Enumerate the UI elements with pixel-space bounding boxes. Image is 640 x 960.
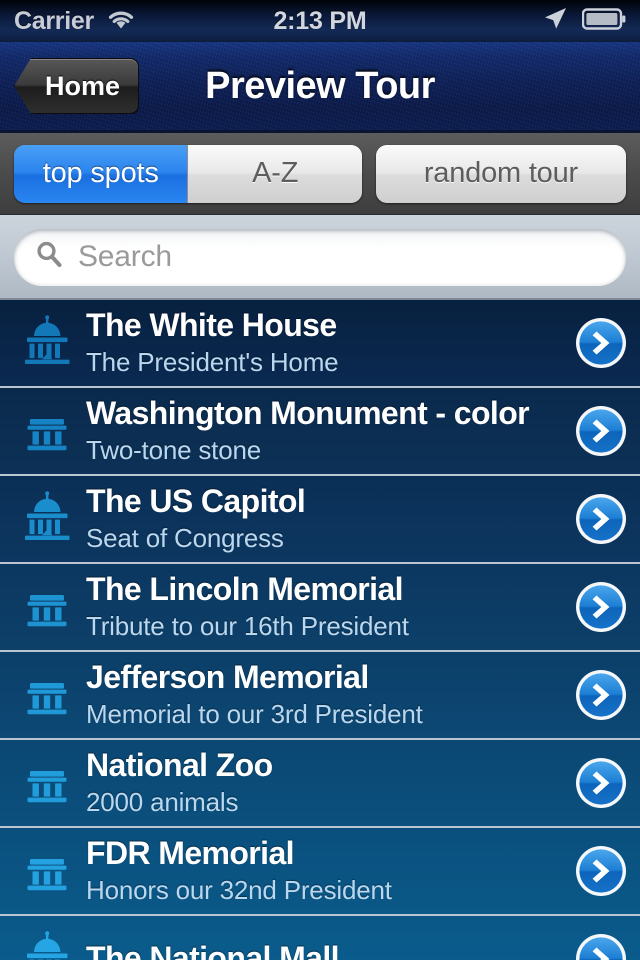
disclosure-chevron-icon[interactable] <box>562 404 640 458</box>
temple-columns-icon <box>8 754 86 812</box>
row-subtitle: Honors our 32nd President <box>86 874 392 905</box>
segmented-control-primary: top spots A-Z <box>14 144 362 203</box>
row-text-block: National Zoo 2000 animals <box>86 746 562 818</box>
row-title: The National Mall <box>86 940 340 960</box>
disclosure-chevron-icon[interactable] <box>562 316 640 370</box>
disclosure-chevron-icon[interactable] <box>562 844 640 898</box>
capitol-dome-icon <box>8 930 86 960</box>
table-row[interactable]: National Zoo 2000 animals <box>0 740 640 828</box>
search-bar: Search <box>0 215 640 300</box>
capitol-dome-icon <box>8 314 86 372</box>
row-title: Washington Monument - color <box>86 394 530 431</box>
back-button-label: Home <box>45 70 121 101</box>
status-bar-right <box>320 6 626 37</box>
segment-a-z[interactable]: A-Z <box>188 144 362 203</box>
row-text-block: FDR Memorial Honors our 32nd President <box>86 834 562 906</box>
capitol-dome-icon <box>8 490 86 548</box>
segmented-control-bar: top spots A-Z random tour <box>0 133 640 215</box>
row-subtitle: 2000 animals <box>86 786 239 817</box>
table-row[interactable]: The Lincoln Memorial Tribute to our 16th … <box>0 564 640 652</box>
temple-columns-icon <box>8 666 86 724</box>
table-row[interactable]: The US Capitol Seat of Congress <box>0 476 640 564</box>
landmark-list[interactable]: The White House The President's Home Washi… <box>0 300 640 960</box>
segment-random-tour[interactable]: random tour <box>375 144 626 203</box>
status-bar: Carrier 2:13 PM <box>0 0 640 42</box>
back-button-home[interactable]: Home <box>14 58 140 114</box>
row-subtitle: Two-tone stone <box>86 434 261 465</box>
row-title: The White House <box>86 306 337 343</box>
table-row[interactable]: The National Mall <box>0 916 640 960</box>
search-placeholder: Search <box>78 239 172 273</box>
row-title: National Zoo <box>86 746 273 783</box>
row-subtitle: The President's Home <box>86 346 339 377</box>
location-arrow-icon <box>542 6 568 37</box>
search-input[interactable]: Search <box>14 228 626 285</box>
status-bar-left: Carrier <box>14 7 320 36</box>
row-subtitle: Memorial to our 3rd President <box>86 698 423 729</box>
segment-top-spots[interactable]: top spots <box>14 144 189 203</box>
search-icon <box>34 239 64 274</box>
table-row[interactable]: The White House The President's Home <box>0 300 640 388</box>
row-subtitle: Seat of Congress <box>86 522 284 553</box>
disclosure-chevron-icon[interactable] <box>562 932 640 960</box>
segmented-control-secondary: random tour <box>375 144 626 203</box>
disclosure-chevron-icon[interactable] <box>562 492 640 546</box>
wifi-icon <box>106 8 136 35</box>
disclosure-chevron-icon[interactable] <box>562 580 640 634</box>
table-row[interactable]: Washington Monument - color Two-tone ston… <box>0 388 640 476</box>
navigation-bar: Home Preview Tour <box>0 42 640 133</box>
disclosure-chevron-icon[interactable] <box>562 756 640 810</box>
row-text-block: Jefferson Memorial Memorial to our 3rd Pr… <box>86 658 562 730</box>
table-row[interactable]: Jefferson Memorial Memorial to our 3rd Pr… <box>0 652 640 740</box>
row-text-block: Washington Monument - color Two-tone ston… <box>86 394 562 466</box>
row-subtitle: Tribute to our 16th President <box>86 610 409 641</box>
row-text-block: The Lincoln Memorial Tribute to our 16th … <box>86 570 562 642</box>
row-title: FDR Memorial <box>86 834 295 871</box>
temple-columns-icon <box>8 842 86 900</box>
carrier-label: Carrier <box>14 6 94 35</box>
row-title: The Lincoln Memorial <box>86 570 404 607</box>
row-title: Jefferson Memorial <box>86 658 369 695</box>
temple-columns-icon <box>8 402 86 460</box>
row-text-block: The National Mall <box>86 940 562 960</box>
temple-columns-icon <box>8 578 86 636</box>
row-text-block: The US Capitol Seat of Congress <box>86 482 562 554</box>
row-title: The US Capitol <box>86 482 306 519</box>
app-screen: Carrier 2:13 PM Home Preview Tour top sp… <box>0 0 640 960</box>
table-row[interactable]: FDR Memorial Honors our 32nd President <box>0 828 640 916</box>
row-text-block: The White House The President's Home <box>86 306 562 378</box>
disclosure-chevron-icon[interactable] <box>562 668 640 722</box>
battery-icon <box>581 7 626 35</box>
